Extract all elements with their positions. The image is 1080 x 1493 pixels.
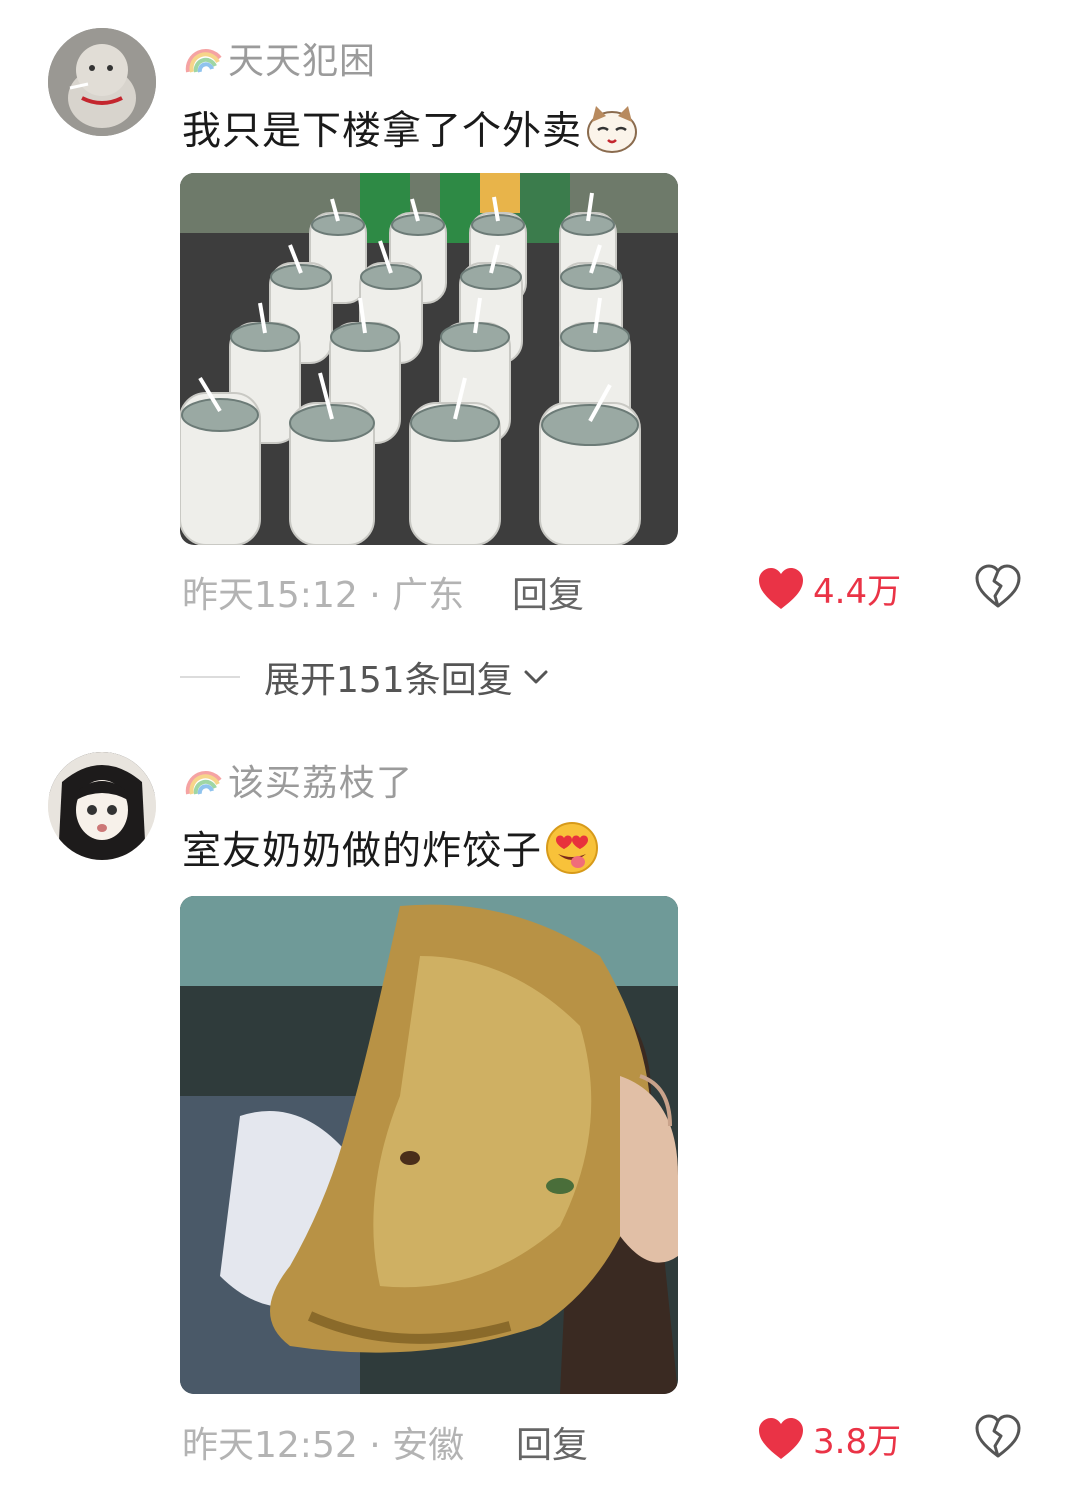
chevron-down-icon	[524, 670, 548, 684]
username[interactable]: 该买荔枝了	[228, 754, 413, 806]
comment-text: 室友奶奶做的炸饺子	[182, 829, 543, 874]
divider	[180, 676, 240, 678]
reply-button[interactable]: 回复	[512, 566, 584, 618]
avatar[interactable]	[48, 752, 156, 860]
expand-replies[interactable]: 展开151条回复	[180, 650, 553, 704]
heart-icon	[759, 1417, 803, 1459]
comment-meta-row: 昨天15:12 · 广东 回复 4.4万	[182, 558, 1032, 618]
broken-heart-icon[interactable]	[974, 564, 1022, 610]
like-button[interactable]: 4.4万	[757, 564, 901, 613]
avatar[interactable]	[48, 28, 156, 136]
broken-heart-icon[interactable]	[974, 1414, 1022, 1460]
cat-face-emoji-icon	[587, 106, 638, 153]
comment-item: 该买荔枝了 室友奶奶做的炸饺子 昨天12:52 · 安徽 回复 3.8万	[0, 720, 1080, 1493]
comment-text: 我只是下楼拿了个外卖	[182, 109, 583, 154]
comment-meta-row: 昨天12:52 · 安徽 回复 3.8万	[182, 1408, 1032, 1468]
rainbow-icon	[185, 771, 222, 795]
rainbow-icon	[185, 49, 222, 73]
expand-replies-label: 展开151条回复	[264, 660, 513, 701]
heart-icon	[759, 567, 803, 609]
like-button[interactable]: 3.8万	[757, 1414, 901, 1463]
comment-item: 天天犯困 我只是下楼拿了个外卖 昨天15:12 · 广东 回复 4.4万 展开1…	[0, 0, 1080, 720]
like-count: 3.8万	[813, 1422, 902, 1462]
time-location: 昨天15:12 · 广东	[182, 575, 465, 616]
username[interactable]: 天天犯困	[228, 32, 376, 84]
comment-text-row: 我只是下楼拿了个外卖	[182, 98, 640, 158]
username-row: 该买荔枝了	[182, 756, 413, 804]
comment-text-row: 室友奶奶做的炸饺子	[182, 818, 600, 878]
reply-button[interactable]: 回复	[516, 1416, 588, 1468]
comment-photo[interactable]	[180, 896, 678, 1394]
username-row: 天天犯困	[182, 34, 376, 82]
time-location: 昨天12:52 · 安徽	[182, 1425, 465, 1466]
like-count: 4.4万	[813, 572, 902, 612]
comment-photo[interactable]	[180, 173, 678, 545]
heart-eyes-tongue-emoji-icon	[546, 822, 599, 874]
